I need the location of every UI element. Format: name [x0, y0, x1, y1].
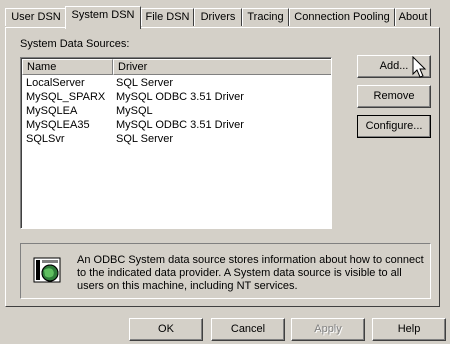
ok-button[interactable]: OK	[129, 318, 203, 341]
list-item-name: LocalServer	[26, 77, 85, 89]
mouse-pointer-icon	[412, 56, 427, 78]
list-item-name: SQLSvr	[26, 133, 65, 145]
list-item[interactable]: MySQLEA MySQL	[22, 104, 331, 118]
info-box: An ODBC System data source stores inform…	[20, 243, 431, 299]
list-item-name: MySQL_SPARX	[26, 91, 106, 103]
list-item[interactable]: SQLSvr SQL Server	[22, 132, 331, 146]
help-button[interactable]: Help	[372, 318, 446, 341]
list-item[interactable]: LocalServer SQL Server	[22, 76, 331, 90]
list-item[interactable]: MySQLEA35 MySQL ODBC 3.51 Driver	[22, 118, 331, 132]
remove-button[interactable]: Remove	[357, 85, 431, 108]
list-item-driver: MySQL	[116, 105, 153, 117]
info-text: An ODBC System data source stores inform…	[77, 254, 424, 292]
tab-user-dsn[interactable]: User DSN	[5, 8, 67, 26]
list-item-driver: MySQL ODBC 3.51 Driver	[116, 119, 244, 131]
tab-about[interactable]: About	[395, 8, 431, 26]
configure-button[interactable]: Configure...	[357, 115, 431, 138]
list-item-name: MySQLEA35	[26, 119, 90, 131]
tab-system-dsn[interactable]: System DSN	[65, 6, 141, 29]
tab-connection-pooling[interactable]: Connection Pooling	[289, 8, 395, 26]
tab-tracing[interactable]: Tracing	[242, 8, 289, 26]
list-item-name: MySQLEA	[26, 105, 78, 117]
cancel-button[interactable]: Cancel	[211, 318, 285, 341]
apply-button[interactable]: Apply	[291, 318, 365, 341]
column-header-name[interactable]: Name	[22, 59, 113, 75]
data-sources-list[interactable]: Name Driver LocalServer SQL Server MySQL…	[20, 57, 332, 229]
list-item-driver: MySQL ODBC 3.51 Driver	[116, 91, 244, 103]
system-data-sources-label: System Data Sources:	[20, 38, 130, 50]
list-item[interactable]: MySQL_SPARX MySQL ODBC 3.51 Driver	[22, 90, 331, 104]
tab-drivers[interactable]: Drivers	[194, 8, 242, 26]
list-item-driver: SQL Server	[116, 133, 174, 145]
list-item-driver: SQL Server	[116, 77, 174, 89]
tab-file-dsn[interactable]: File DSN	[141, 8, 194, 26]
odbc-datasource-icon	[33, 257, 61, 283]
column-header-driver[interactable]: Driver	[113, 59, 331, 75]
